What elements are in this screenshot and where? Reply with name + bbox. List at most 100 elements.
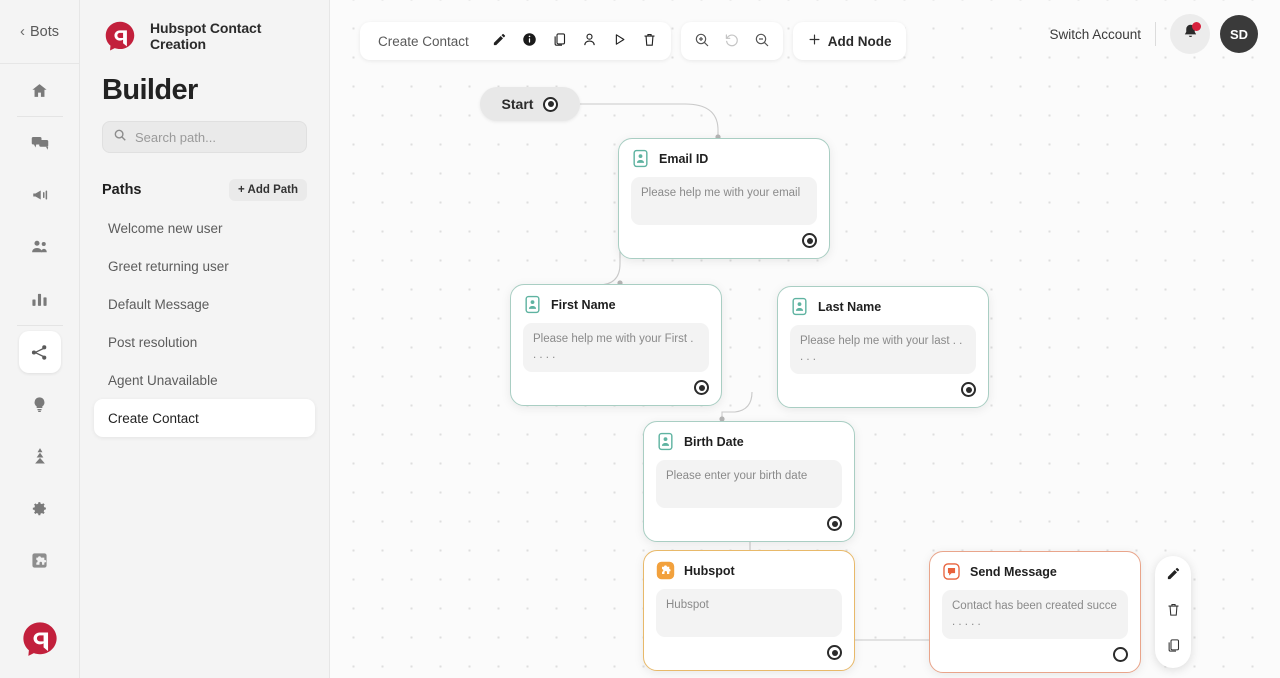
node-header: Hubspot — [656, 561, 842, 580]
node-email-id[interactable]: Email ID Please help me with your email — [618, 138, 830, 259]
app-root: ‹ Bots Hubspot Contact Creation Builder … — [0, 0, 1280, 678]
canvas-toolbar: Create Contact Add Node — [360, 22, 906, 60]
zoom-in-icon — [694, 32, 710, 51]
node-body-text: Hubspot — [656, 589, 842, 637]
delete-node-button[interactable] — [1161, 600, 1185, 624]
home-icon — [31, 82, 48, 99]
node-output-port[interactable] — [961, 382, 976, 398]
edit-icon — [1166, 566, 1181, 586]
notifications-button[interactable] — [1170, 14, 1210, 54]
edit-icon — [492, 32, 507, 50]
node-title: Send Message — [970, 564, 1057, 579]
node-title: Birth Date — [684, 434, 744, 449]
node-birth-date[interactable]: Birth Date Please enter your birth date — [643, 421, 855, 542]
node-title: Hubspot — [684, 563, 735, 578]
sidebar-item-welcome-new-user[interactable]: Welcome new user — [94, 209, 315, 247]
node-send-message[interactable]: Send Message Contact has been created su… — [929, 551, 1141, 674]
sidebar-item-post-resolution[interactable]: Post resolution — [94, 323, 315, 361]
add-node-label: Add Node — [827, 33, 892, 49]
node-header: Birth Date — [656, 432, 842, 451]
add-node-button[interactable]: Add Node — [792, 22, 906, 60]
node-body-text: Please enter your birth date — [656, 460, 842, 508]
rail-item-home[interactable] — [19, 69, 61, 111]
user-button[interactable] — [575, 26, 605, 56]
contact-card-icon — [631, 149, 650, 168]
back-to-bots-label: Bots — [29, 23, 59, 40]
notification-badge — [1192, 22, 1201, 31]
node-output-port[interactable] — [1113, 647, 1128, 663]
trash-icon — [1166, 602, 1181, 622]
node-header: First Name — [523, 295, 709, 314]
trash-icon — [642, 32, 657, 50]
header-actions: Switch Account SD — [1049, 14, 1258, 54]
rail-item-analytics[interactable] — [19, 278, 61, 320]
zoom-out-button[interactable] — [747, 26, 777, 56]
delete-button[interactable] — [635, 26, 665, 56]
sidebar: Hubspot Contact Creation Builder Paths +… — [80, 0, 330, 678]
rail-item-contacts[interactable] — [19, 226, 61, 268]
start-node-output-port[interactable] — [543, 96, 559, 112]
node-body-text: Please help me with your last . . . . . — [790, 325, 976, 375]
info-button[interactable] — [515, 26, 545, 56]
node-last-name[interactable]: Last Name Please help me with your last … — [777, 286, 989, 409]
contact-card-icon — [790, 297, 809, 316]
search-input[interactable] — [135, 129, 296, 145]
node-body-text: Please help me with your email — [631, 177, 817, 225]
sidebar-item-default-message[interactable]: Default Message — [94, 285, 315, 323]
switch-account-button[interactable]: Switch Account — [1049, 27, 1141, 42]
rail-item-settings[interactable] — [19, 487, 61, 529]
plus-icon — [807, 32, 822, 50]
add-path-button[interactable]: + Add Path — [229, 179, 307, 201]
sidebar-item-agent-unavailable[interactable]: Agent Unavailable — [94, 361, 315, 399]
back-to-bots-button[interactable]: ‹ Bots — [0, 0, 79, 64]
rail-item-builder[interactable] — [18, 331, 61, 373]
node-output-port[interactable] — [802, 233, 817, 248]
puzzle-icon — [31, 552, 48, 569]
flow-canvas[interactable]: Create Contact Add Node Switch Account S… — [330, 0, 1280, 678]
user-icon — [582, 32, 597, 50]
rail-item-conversations[interactable] — [19, 122, 61, 164]
path-label: Agent Unavailable — [108, 372, 218, 388]
duplicate-icon — [552, 32, 567, 50]
users-icon — [31, 238, 49, 256]
duplicate-node-button[interactable] — [1161, 636, 1185, 660]
rail-item-integrations[interactable] — [19, 539, 61, 581]
funnel-icon — [31, 447, 49, 465]
rail-item-ideas[interactable] — [19, 383, 61, 425]
edit-button[interactable] — [485, 26, 515, 56]
duplicate-button[interactable] — [545, 26, 575, 56]
toolbar-main-group: Create Contact — [360, 22, 671, 60]
node-output-port[interactable] — [827, 645, 842, 660]
zoom-in-button[interactable] — [687, 26, 717, 56]
node-action-menu — [1155, 556, 1191, 668]
sidebar-item-greet-returning-user[interactable]: Greet returning user — [94, 247, 315, 285]
node-hubspot[interactable]: Hubspot Hubspot — [643, 550, 855, 671]
avatar[interactable]: SD — [1220, 15, 1258, 53]
node-title: Email ID — [659, 151, 709, 166]
node-header: Last Name — [790, 297, 976, 316]
node-title: First Name — [551, 297, 616, 312]
reset-view-button[interactable] — [717, 26, 747, 56]
node-title: Last Name — [818, 299, 882, 314]
edit-node-button[interactable] — [1161, 564, 1185, 588]
sidebar-item-create-contact[interactable]: Create Contact — [94, 399, 315, 437]
path-label: Welcome new user — [108, 220, 223, 236]
engati-logo-icon — [102, 18, 138, 54]
rail-item-funnel[interactable] — [19, 435, 61, 477]
node-body-text: Please help me with your First . . . . . — [523, 323, 709, 373]
node-output-port[interactable] — [827, 516, 842, 531]
brand-title: Hubspot Contact Creation — [150, 20, 262, 52]
paths-label: Paths — [102, 182, 142, 198]
lightbulb-icon — [31, 396, 48, 413]
start-node[interactable]: Start — [480, 87, 580, 121]
search-path-box[interactable] — [102, 121, 307, 153]
node-output-port[interactable] — [694, 380, 709, 396]
flow-nodes-icon — [30, 343, 49, 362]
node-first-name[interactable]: First Name Please help me with your Firs… — [510, 284, 722, 407]
gear-icon — [31, 500, 48, 517]
contact-card-icon — [656, 432, 675, 451]
node-body-text: Contact has been created succe . . . . . — [942, 590, 1128, 640]
rail-item-campaigns[interactable] — [19, 174, 61, 216]
zoom-out-icon — [754, 32, 770, 51]
run-button[interactable] — [605, 26, 635, 56]
